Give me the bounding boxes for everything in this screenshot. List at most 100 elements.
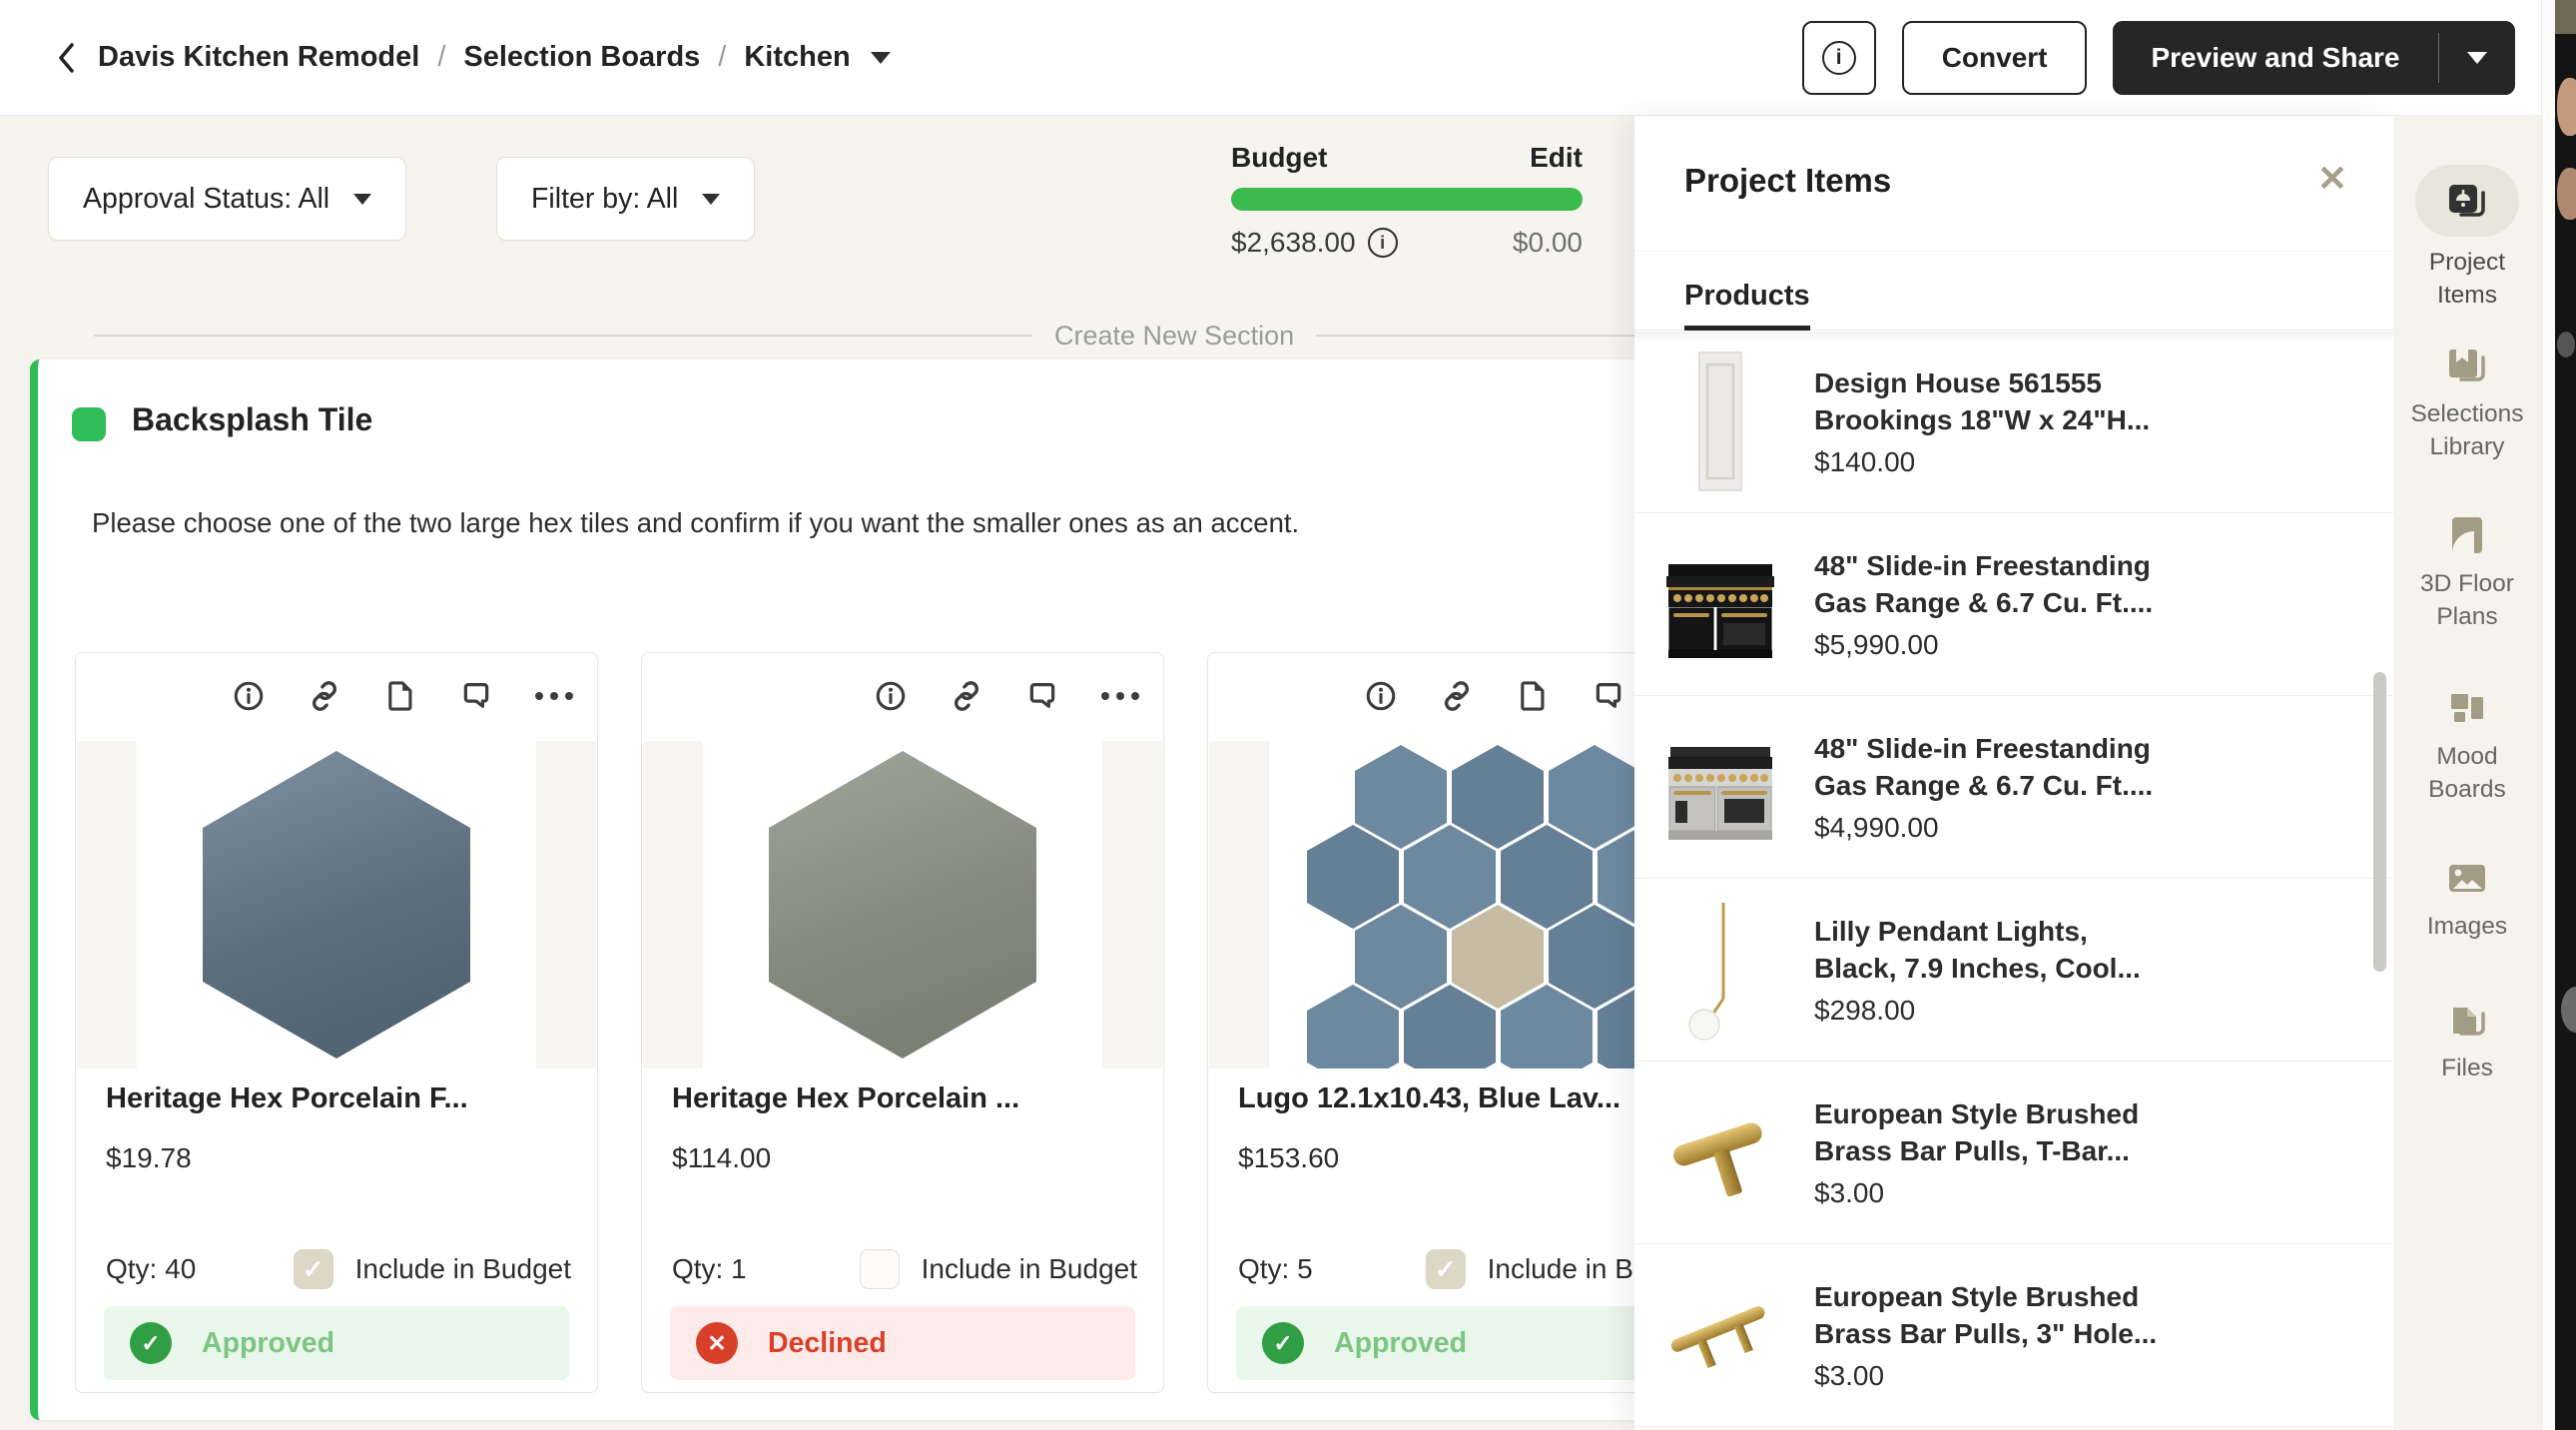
file-icon[interactable]	[383, 679, 417, 713]
product-card-heritage-hex-2[interactable]: Heritage Hex Porcelain ... $114.00 Qty: …	[641, 652, 1164, 1393]
include-in-budget-checkbox[interactable]	[860, 1249, 900, 1289]
declined-x-icon	[696, 1322, 738, 1364]
blue-hex-mosaic-graphic	[1269, 741, 1668, 1069]
product-info: European Style Brushed Brass Bar Pulls, …	[1814, 1278, 2157, 1392]
rail-item-files[interactable]: Files	[2393, 997, 2541, 1084]
product-title[interactable]: Heritage Hex Porcelain ...	[672, 1082, 1137, 1115]
comment-icon[interactable]	[459, 679, 493, 713]
budget-info-icon[interactable]	[1368, 228, 1398, 258]
info-button[interactable]	[1802, 21, 1876, 95]
rail-item-3d-floor-plans[interactable]: 3D Floor Plans	[2393, 512, 2541, 633]
pendant-light-image	[1660, 895, 1780, 1045]
tab-products[interactable]: Products	[1684, 280, 1810, 331]
panel-title: Project Items	[1684, 162, 1891, 200]
close-icon[interactable]	[2317, 158, 2347, 200]
preview-share-dropdown-button[interactable]	[2439, 21, 2515, 95]
selections-library-icon	[2444, 343, 2490, 388]
product-info: 48" Slide-in Freestanding Gas Range & 6.…	[1814, 730, 2153, 844]
info-icon[interactable]	[874, 679, 908, 713]
budget-widget: Budget Edit $2,638.00 $0.00	[1231, 142, 1583, 259]
product-price: $140.00	[1814, 446, 2150, 478]
background-window-fragment	[2555, 0, 2576, 34]
status-badge-declined[interactable]: Declined	[670, 1306, 1135, 1380]
cabinet-door-image	[1660, 347, 1780, 496]
status-text: Declined	[768, 1327, 887, 1360]
list-item-cabinet-door[interactable]: Design House 561555 Brookings 18"W x 24"…	[1634, 331, 2393, 513]
list-item-gas-range-steel[interactable]: 48" Slide-in Freestanding Gas Range & 6.…	[1634, 696, 2393, 879]
product-info: European Style Brushed Brass Bar Pulls, …	[1814, 1095, 2139, 1209]
include-in-budget-checkbox[interactable]	[1426, 1249, 1466, 1289]
more-options-icon[interactable]	[535, 692, 573, 700]
info-icon[interactable]	[1364, 679, 1398, 713]
link-icon[interactable]	[950, 679, 983, 713]
back-chevron-icon[interactable]	[56, 40, 78, 76]
product-thumbnail	[1660, 346, 1780, 497]
rail-item-label: Mood Boards	[2397, 740, 2537, 806]
include-in-budget-checkbox[interactable]	[294, 1249, 333, 1289]
approval-status-dropdown[interactable]: Approval Status: All	[48, 157, 406, 241]
link-icon[interactable]	[1440, 679, 1474, 713]
rail-item-images[interactable]: Images	[2393, 855, 2541, 943]
breadcrumb-project-link[interactable]: Davis Kitchen Remodel	[98, 41, 419, 74]
breadcrumb-current-board[interactable]: Kitchen	[744, 41, 850, 74]
breadcrumb-separator: /	[437, 41, 445, 74]
quantity-row: Qty: 1 Include in Budget	[672, 1246, 1137, 1292]
list-item-bar-pull[interactable]: European Style Brushed Brass Bar Pulls, …	[1634, 1244, 2393, 1427]
product-thumbnail	[1660, 1259, 1780, 1411]
rail-item-project-items[interactable]: Project Items	[2393, 165, 2541, 312]
info-icon[interactable]	[232, 679, 266, 713]
product-name-line1: Lilly Pendant Lights,	[1814, 913, 2141, 950]
section-description: Please choose one of the two large hex t…	[92, 507, 1299, 539]
quantity-label[interactable]: Qty: 1	[672, 1253, 747, 1285]
rail-item-selections-library[interactable]: Selections Library	[2393, 343, 2541, 463]
product-title[interactable]: Heritage Hex Porcelain F...	[106, 1082, 571, 1115]
product-name-line2: Brass Bar Pulls, T-Bar...	[1814, 1132, 2139, 1169]
page-scrollbar[interactable]	[2541, 0, 2555, 1430]
images-icon	[2444, 855, 2490, 901]
convert-button[interactable]: Convert	[1902, 21, 2088, 95]
rail-item-label: Project Items	[2397, 246, 2537, 312]
budget-spent-amount: $2,638.00	[1231, 227, 1356, 259]
product-name-line2: Brass Bar Pulls, 3" Hole...	[1814, 1315, 2157, 1352]
product-price: $114.00	[672, 1142, 771, 1174]
more-options-icon[interactable]	[1101, 692, 1139, 700]
product-cards-row: Heritage Hex Porcelain F... $19.78 Qty: …	[75, 652, 1730, 1393]
product-info: 48" Slide-in Freestanding Gas Range & 6.…	[1814, 547, 2153, 661]
budget-edit-value: $0.00	[1513, 227, 1583, 259]
product-thumbnail	[1660, 894, 1780, 1046]
comment-icon[interactable]	[1025, 679, 1059, 713]
quantity-row: Qty: 40 Include in Budget	[106, 1246, 571, 1292]
background-window-fragment	[2557, 332, 2575, 358]
breadcrumb-selection-boards-link[interactable]: Selection Boards	[463, 41, 700, 74]
comment-icon[interactable]	[1592, 679, 1625, 713]
rail-item-label: Files	[2397, 1052, 2537, 1084]
filter-by-dropdown[interactable]: Filter by: All	[496, 157, 755, 241]
list-item-tbar-pull[interactable]: European Style Brushed Brass Bar Pulls, …	[1634, 1062, 2393, 1244]
link-icon[interactable]	[308, 679, 341, 713]
product-name-line2: Gas Range & 6.7 Cu. Ft....	[1814, 767, 2153, 804]
chevron-down-icon	[2467, 52, 2487, 64]
board-switcher-caret-icon[interactable]	[871, 52, 891, 64]
header-actions: Convert Preview and Share	[1802, 21, 2515, 95]
files-icon	[2444, 997, 2490, 1043]
filter-by-label: Filter by: All	[531, 183, 678, 216]
quantity-label[interactable]: Qty: 5	[1238, 1253, 1313, 1285]
preview-and-share-button[interactable]: Preview and Share	[2113, 21, 2437, 95]
product-image-area	[643, 741, 1162, 1069]
section-title[interactable]: Backsplash Tile	[132, 401, 372, 438]
list-item-pendant-light[interactable]: Lilly Pendant Lights, Black, 7.9 Inches,…	[1634, 879, 2393, 1062]
quantity-label[interactable]: Qty: 40	[106, 1253, 196, 1285]
status-badge-approved[interactable]: Approved	[104, 1306, 569, 1380]
product-name-line1: European Style Brushed	[1814, 1278, 2157, 1315]
steel-gas-range-image	[1660, 727, 1780, 847]
rail-item-mood-boards[interactable]: Mood Boards	[2393, 685, 2541, 806]
panel-scrollbar-thumb[interactable]	[2373, 672, 2386, 972]
status-badge-approved[interactable]: Approved	[1236, 1306, 1701, 1380]
file-icon[interactable]	[1516, 679, 1550, 713]
budget-edit-link[interactable]: Edit	[1530, 142, 1583, 174]
section-color-swatch[interactable]	[72, 407, 106, 441]
list-item-gas-range-black[interactable]: 48" Slide-in Freestanding Gas Range & 6.…	[1634, 513, 2393, 696]
brass-tbar-pull-image	[1660, 1077, 1780, 1227]
right-rail: Project Items Selections Library 3D Floo…	[2393, 116, 2541, 1430]
product-card-heritage-hex-1[interactable]: Heritage Hex Porcelain F... $19.78 Qty: …	[75, 652, 598, 1393]
